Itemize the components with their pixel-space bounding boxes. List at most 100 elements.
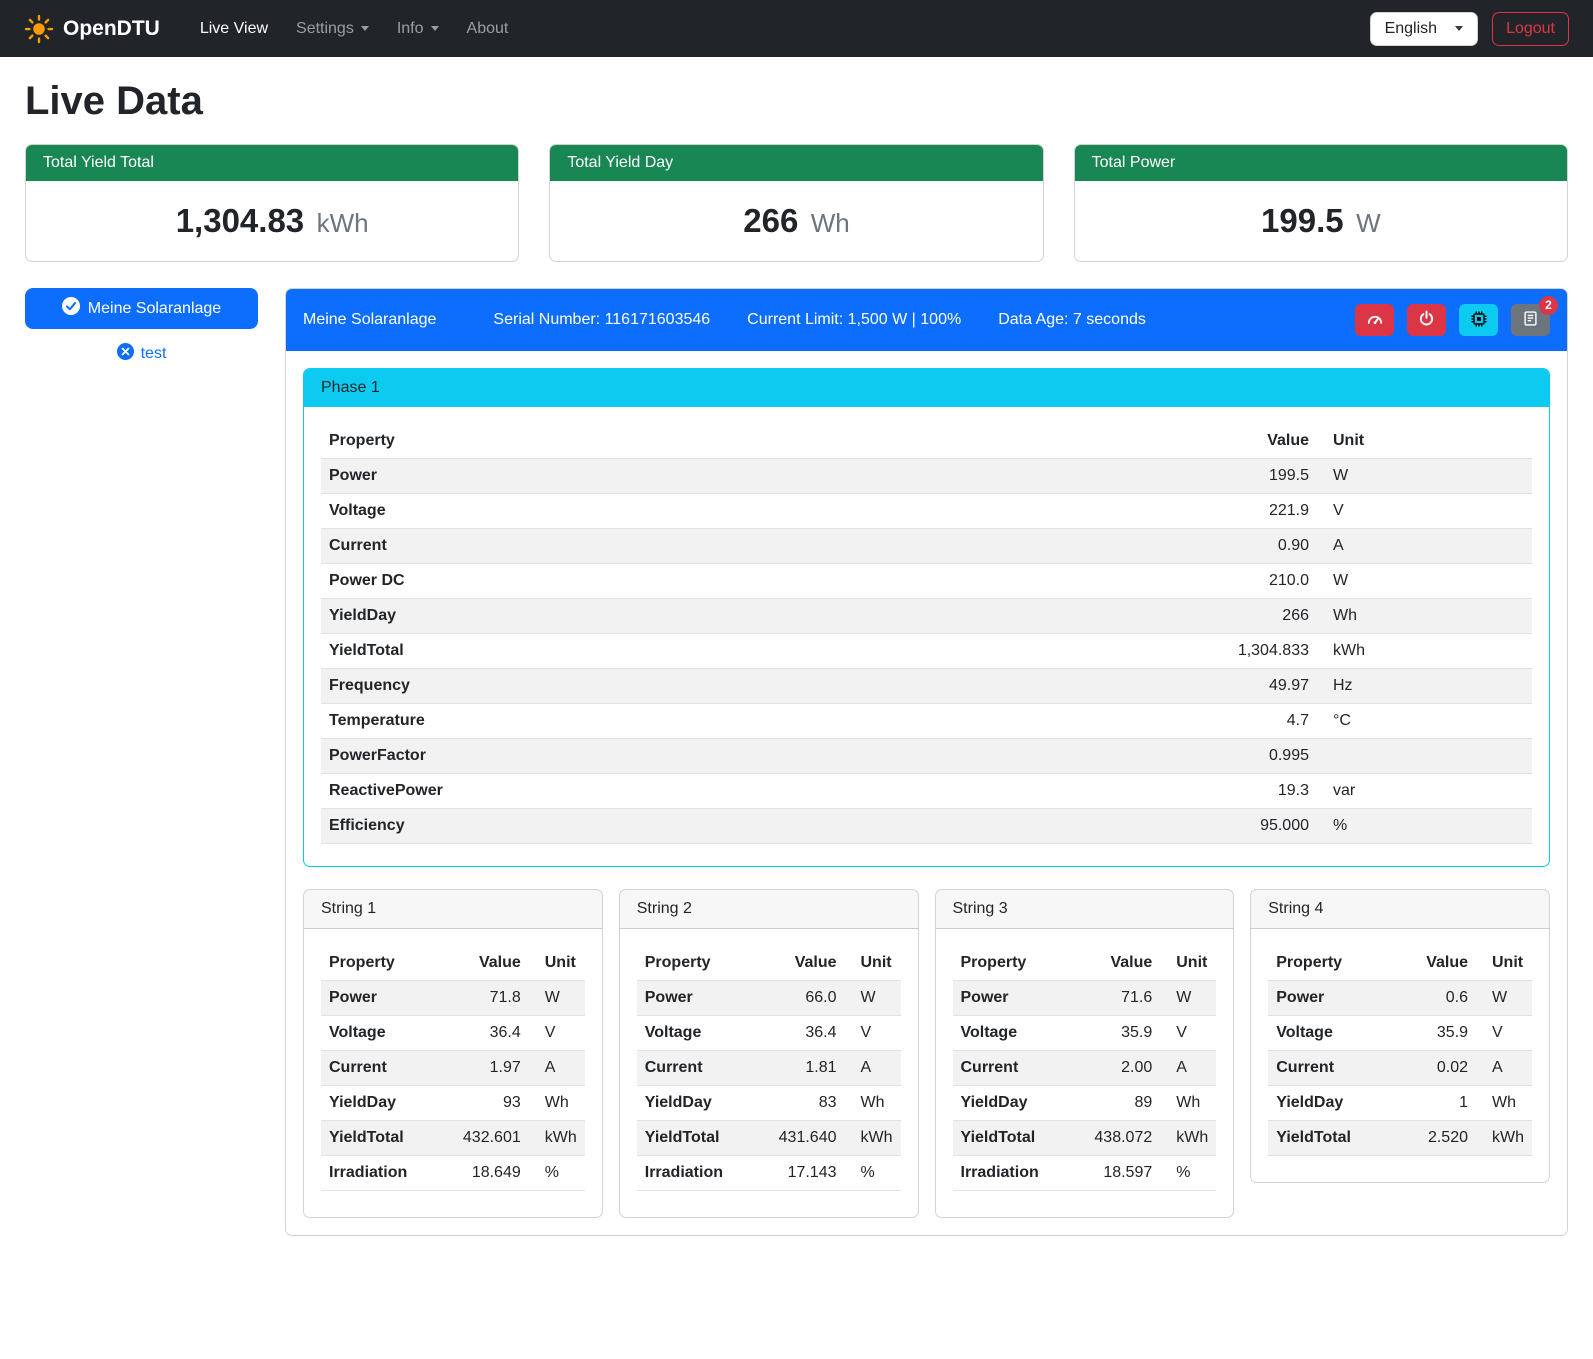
string-body: Property Value Unit Power0.6WVoltage35.9… [1251, 929, 1549, 1182]
value-cell: 1.81 [765, 1051, 845, 1086]
phase-title: Phase 1 [304, 369, 1549, 407]
unit-cell: var [1317, 774, 1532, 809]
power-toggle-button[interactable] [1407, 304, 1446, 336]
value-cell: 93 [449, 1086, 529, 1121]
value-cell: 35.9 [1396, 1016, 1476, 1051]
unit-cell: A [529, 1051, 585, 1086]
unit-cell: A [1160, 1051, 1216, 1086]
property-cell: Current [953, 1051, 1081, 1086]
unit-cell: % [1317, 809, 1532, 844]
string-title: String 4 [1251, 890, 1549, 929]
property-cell: Irradiation [953, 1156, 1081, 1191]
event-count-badge: 2 [1539, 296, 1558, 315]
column-header-unit: Unit [845, 946, 901, 981]
unit-cell: kWh [1476, 1121, 1532, 1156]
main-row: Meine Solaranlage test Meine Solaranlage… [25, 288, 1568, 1264]
table-row: Power199.5W [321, 459, 1532, 494]
property-cell: Power [953, 981, 1081, 1016]
string-body: Property Value Unit Power71.6WVoltage35.… [936, 929, 1234, 1217]
table-row: Voltage221.9V [321, 494, 1532, 529]
device-info-button[interactable] [1459, 304, 1498, 336]
property-cell: Frequency [321, 669, 1187, 704]
unit-cell: W [1160, 981, 1216, 1016]
string-1-card: String 1 Property Value Unit [303, 889, 603, 1218]
property-cell: Voltage [321, 494, 1187, 529]
card-value: 199.5 [1261, 202, 1344, 239]
unit-cell: kWh [845, 1121, 901, 1156]
strings-row: String 1 Property Value Unit [303, 889, 1550, 1218]
value-cell: 35.9 [1080, 1016, 1160, 1051]
sidebar-item-label: Meine Solaranlage [88, 300, 221, 318]
property-cell: Current [637, 1051, 765, 1086]
check-circle-icon [62, 297, 80, 320]
table-row: Voltage36.4V [321, 1016, 585, 1051]
value-cell: 66.0 [765, 981, 845, 1016]
gauge-icon [1366, 310, 1384, 331]
nav-info-label: Info [397, 20, 424, 38]
nav-live-view[interactable]: Live View [188, 12, 280, 46]
table-header-row: Property Value Unit [1268, 946, 1532, 981]
column-header-unit: Unit [1476, 946, 1532, 981]
table-row: Current1.97A [321, 1051, 585, 1086]
inverter-panel-header: Meine Solaranlage Serial Number: 1161716… [286, 289, 1567, 351]
card-value: 1,304.83 [176, 202, 304, 239]
property-cell: Current [1268, 1051, 1396, 1086]
table-row: YieldDay93Wh [321, 1086, 585, 1121]
event-log-button[interactable]: 2 [1511, 304, 1550, 336]
string-table: Property Value Unit Power71.6WVoltage35.… [953, 946, 1217, 1191]
table-row: Efficiency95.000% [321, 809, 1532, 844]
page-title: Live Data [25, 79, 1568, 124]
column-header-unit: Unit [1160, 946, 1216, 981]
card-body: 266 Wh [550, 181, 1042, 261]
property-cell: ReactivePower [321, 774, 1187, 809]
table-row: Power71.6W [953, 981, 1217, 1016]
value-cell: 438.072 [1080, 1121, 1160, 1156]
nav-info[interactable]: Info [385, 12, 451, 46]
string-3-card: String 3 Property Value Unit [935, 889, 1235, 1218]
property-cell: Voltage [637, 1016, 765, 1051]
navbar-right: English Logout [1370, 12, 1569, 46]
inverter-sidebar: Meine Solaranlage test [25, 288, 258, 365]
brand[interactable]: OpenDTU [24, 14, 160, 44]
logout-button[interactable]: Logout [1492, 12, 1569, 46]
unit-cell: Wh [529, 1086, 585, 1121]
value-cell: 83 [765, 1086, 845, 1121]
property-cell: Current [321, 1051, 449, 1086]
unit-cell: A [1476, 1051, 1532, 1086]
property-cell: YieldDay [953, 1086, 1081, 1121]
table-row: Voltage35.9V [953, 1016, 1217, 1051]
card-unit: Wh [811, 208, 850, 238]
value-cell: 1,304.833 [1187, 634, 1317, 669]
property-cell: Efficiency [321, 809, 1187, 844]
nav-settings[interactable]: Settings [284, 12, 381, 46]
total-yield-total-card: Total Yield Total 1,304.83 kWh [25, 144, 519, 262]
sidebar-item-label: test [141, 345, 167, 363]
property-cell: Voltage [953, 1016, 1081, 1051]
unit-cell: V [1317, 494, 1532, 529]
string-table: Property Value Unit Power71.8WVoltage36.… [321, 946, 585, 1191]
column-header-property: Property [953, 946, 1081, 981]
column-header-property: Property [637, 946, 765, 981]
language-select[interactable]: English [1370, 12, 1478, 46]
unit-cell: W [529, 981, 585, 1016]
unit-cell: kWh [529, 1121, 585, 1156]
limit-settings-button[interactable] [1355, 304, 1394, 336]
phase-table-body: Power199.5WVoltage221.9VCurrent0.90APowe… [321, 459, 1532, 844]
property-cell: YieldTotal [321, 1121, 449, 1156]
column-header-property: Property [1268, 946, 1396, 981]
value-cell: 0.6 [1396, 981, 1476, 1016]
unit-cell: Wh [845, 1086, 901, 1121]
card-title: Total Power [1075, 145, 1567, 181]
sidebar-item-meine-solaranlage[interactable]: Meine Solaranlage [25, 288, 258, 329]
property-cell: Temperature [321, 704, 1187, 739]
card-unit: kWh [317, 208, 369, 238]
table-row: Frequency49.97Hz [321, 669, 1532, 704]
table-row: ReactivePower19.3var [321, 774, 1532, 809]
value-cell: 17.143 [765, 1156, 845, 1191]
table-row: YieldDay83Wh [637, 1086, 901, 1121]
sidebar-item-test[interactable]: test [25, 343, 258, 365]
table-row: YieldTotal431.640kWh [637, 1121, 901, 1156]
unit-cell: W [845, 981, 901, 1016]
nav-about[interactable]: About [455, 12, 521, 46]
unit-cell: Wh [1160, 1086, 1216, 1121]
